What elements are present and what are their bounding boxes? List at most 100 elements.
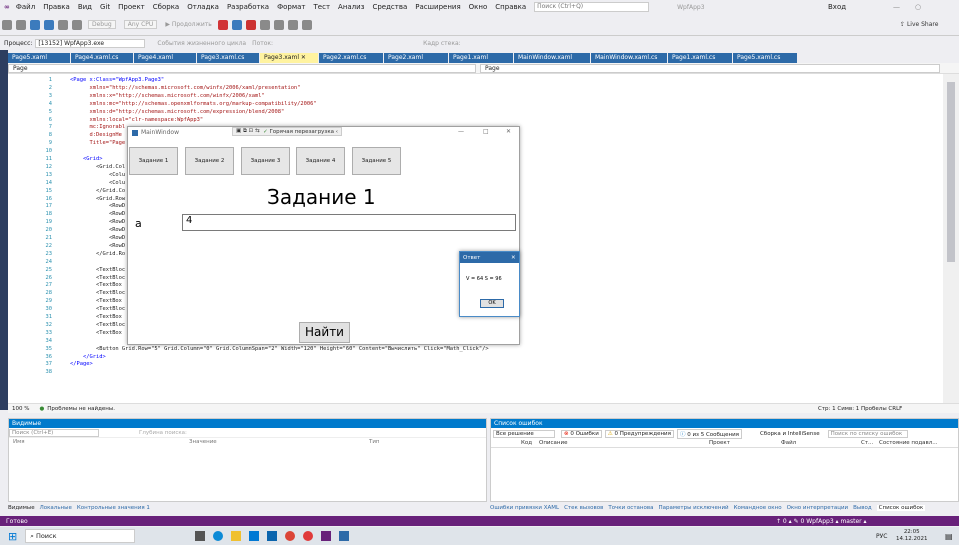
dialog-close-icon[interactable]: ✕ (511, 255, 516, 261)
mail-icon[interactable] (267, 531, 278, 541)
menu-test[interactable]: Тест (314, 3, 331, 11)
taskview-icon[interactable] (195, 531, 206, 541)
tab-page2-xaml-cs[interactable]: Page2.xaml.cs (319, 53, 383, 63)
forward-icon[interactable] (16, 19, 26, 30)
taskbar-search[interactable]: ⌕ Поиск (25, 529, 136, 543)
step-out-icon[interactable] (301, 19, 312, 30)
error-search-input[interactable]: Поиск по списку ошибок (827, 429, 908, 438)
menu-view[interactable]: Вид (78, 3, 92, 11)
tab-immediate[interactable]: Окно интерпретации (787, 505, 849, 511)
task-4-button[interactable]: Задание 4 (296, 147, 345, 175)
tab-page4-xaml-cs[interactable]: Page4.xaml.cs (71, 53, 133, 63)
tab-page4-xaml[interactable]: Page4.xaml (134, 53, 196, 63)
tab-xaml-binding[interactable]: Ошибки привязки XAML (490, 505, 559, 511)
wpf-close-icon[interactable]: ✕ (506, 128, 511, 135)
menu-extensions[interactable]: Расширения (415, 3, 460, 11)
autos-search-input[interactable]: Поиск (Ctrl+E) (9, 428, 99, 437)
task-1-button[interactable]: Задание 1 (129, 147, 178, 175)
fire-icon[interactable] (217, 19, 228, 30)
tab-page5-xaml[interactable]: Page5.xaml (8, 53, 70, 63)
clock[interactable]: 22:05 14.12.2021 (896, 529, 928, 543)
undo-icon[interactable] (58, 19, 68, 30)
save-icon[interactable] (44, 19, 54, 30)
menu-develop[interactable]: Разработка (227, 3, 269, 11)
tab-page3-xaml[interactable]: Page3.xaml ✕ (260, 53, 318, 63)
notifications-icon[interactable]: ▤ (945, 532, 953, 541)
minimize-icon[interactable]: — (893, 3, 900, 11)
col-value[interactable]: Значение (189, 439, 369, 445)
errors-filter[interactable]: ⊗ 0 Ошибки (561, 429, 602, 438)
scroll-thumb[interactable] (947, 82, 955, 262)
right-scope-dropdown[interactable]: Page (480, 63, 940, 73)
tab-mainwindow-xaml[interactable]: MainWindow.xaml (514, 53, 590, 63)
col-file[interactable]: Файл (781, 440, 861, 446)
tab-error-list[interactable]: Список ошибок (876, 505, 926, 511)
dialog-ok-button[interactable]: OK (480, 299, 504, 308)
wpf-maximize-icon[interactable]: □ (483, 128, 489, 135)
col-project[interactable]: Проект (709, 440, 781, 446)
messages-filter[interactable]: ⓘ 0 из 5 Сообщения (676, 428, 742, 439)
git-status[interactable]: ↑ 0 ▴ ✎ 0 WpfApp3 ▴ master ▴ (776, 518, 867, 525)
restart-icon[interactable] (259, 19, 270, 30)
tab-command[interactable]: Командное окно (734, 505, 782, 511)
platform-dropdown[interactable]: Any CPU (123, 20, 158, 29)
tab-page5-xaml-cs[interactable]: Page5.xaml.cs (733, 53, 797, 63)
value-input[interactable]: 4 (182, 214, 516, 231)
col-name[interactable]: Имя (9, 439, 189, 445)
zoom-level[interactable]: 100 % (12, 406, 29, 412)
store-icon[interactable] (249, 531, 260, 541)
wpf-minimize-icon[interactable]: — (458, 128, 464, 135)
tab-page1-xaml[interactable]: Page1.xaml (449, 53, 513, 63)
maximize-icon[interactable]: ○ (915, 3, 921, 11)
warnings-filter[interactable]: ⚠ 0 Предупреждения (604, 429, 674, 438)
visual-studio-icon[interactable] (321, 531, 332, 541)
tab-autos[interactable]: Видимые (8, 505, 35, 511)
explorer-icon[interactable] (231, 531, 242, 541)
build-dropdown[interactable]: Сборка и IntelliSense (760, 431, 820, 437)
menu-git[interactable]: Git (100, 3, 110, 11)
pause-icon[interactable] (231, 19, 242, 30)
left-scope-dropdown[interactable]: Page (8, 63, 476, 73)
search-input[interactable]: Поиск (Ctrl+Q) (534, 2, 650, 12)
col-code[interactable]: Код (521, 440, 539, 446)
redo-icon[interactable] (72, 19, 82, 30)
tab-page3-xaml-cs[interactable]: Page3.xaml.cs (197, 53, 259, 63)
task-5-button[interactable]: Задание 5 (352, 147, 401, 175)
menu-project[interactable]: Проект (118, 3, 145, 11)
edge-icon[interactable] (213, 531, 224, 541)
tab-output[interactable]: Вывод (853, 505, 872, 511)
continue-button[interactable]: ▶ Продолжить (165, 21, 212, 28)
live-share-button[interactable]: ⇪ Live Share (900, 21, 938, 28)
menu-window[interactable]: Окно (469, 3, 488, 11)
tab-page2-xaml[interactable]: Page2.xaml (384, 53, 448, 63)
tab-page1-xaml-cs[interactable]: Page1.xaml.cs (668, 53, 732, 63)
tab-watch-1[interactable]: Контрольные значения 1 (77, 505, 150, 511)
menu-tools[interactable]: Средства (372, 3, 407, 11)
new-file-icon[interactable] (30, 19, 40, 30)
col-line[interactable]: Ст... (861, 440, 879, 446)
menu-analyze[interactable]: Анализ (338, 3, 364, 11)
lifecycle-events[interactable]: События жизненного цикла (157, 40, 246, 47)
input-language[interactable]: РУС (876, 533, 887, 540)
menu-build[interactable]: Сборка (153, 3, 179, 11)
step-over-icon[interactable] (287, 19, 298, 30)
stop-icon[interactable] (245, 19, 256, 30)
yandex-icon[interactable] (303, 531, 314, 541)
menu-format[interactable]: Формат (277, 3, 305, 11)
windows-start-icon[interactable]: ⊞ (8, 530, 17, 543)
process-dropdown[interactable]: [13152] WpfApp3.exe (35, 38, 146, 48)
menu-help[interactable]: Справка (495, 3, 526, 11)
editor-scrollbar[interactable] (943, 74, 959, 403)
find-button[interactable]: Найти (299, 322, 350, 343)
wpf-app-icon[interactable] (339, 531, 350, 541)
tab-call-stack[interactable]: Стек вызовов (564, 505, 603, 511)
config-dropdown[interactable]: Debug (88, 20, 116, 29)
chrome-icon[interactable] (285, 531, 296, 541)
col-type[interactable]: Тип (369, 439, 380, 445)
col-suppression[interactable]: Состояние подавл... (879, 440, 938, 446)
task-2-button[interactable]: Задание 2 (185, 147, 234, 175)
tab-exceptions[interactable]: Параметры исключений (658, 505, 728, 511)
tab-mainwindow-xaml-cs[interactable]: MainWindow.xaml.cs (591, 53, 667, 63)
col-description[interactable]: Описание (539, 440, 709, 446)
task-3-button[interactable]: Задание 3 (241, 147, 290, 175)
